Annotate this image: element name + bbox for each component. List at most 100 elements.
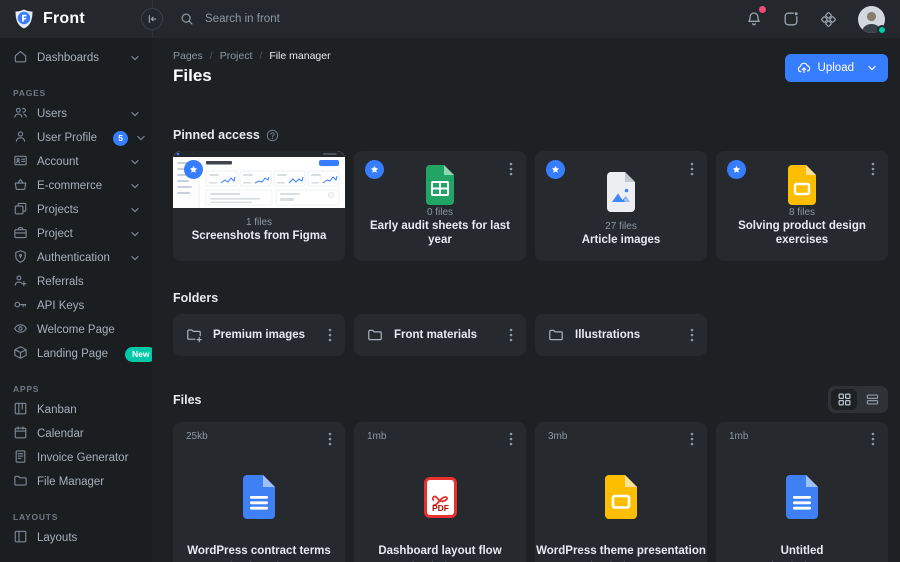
breadcrumb-project[interactable]: Project bbox=[220, 50, 253, 62]
sidebar-item-authentication[interactable]: Authentication bbox=[0, 246, 152, 270]
file-menu-kebab-icon[interactable] bbox=[866, 431, 880, 447]
file-menu-kebab-icon[interactable] bbox=[504, 431, 518, 447]
sidebar-item-dashboards[interactable]: Dashboards bbox=[0, 46, 152, 70]
topbar: Front bbox=[0, 0, 900, 38]
sidebar-item-kanban[interactable]: Kanban bbox=[0, 398, 152, 422]
sidebar-item-label: Landing Page bbox=[37, 348, 108, 360]
sidebar-item-label: File Manager bbox=[37, 476, 105, 488]
folder-name: Premium images bbox=[213, 329, 306, 341]
sidebar-item-invoice-generator[interactable]: Invoice Generator bbox=[0, 446, 152, 470]
file-size: 3mb bbox=[548, 431, 568, 442]
folder-card-premium-images[interactable]: Premium images bbox=[173, 314, 345, 356]
pin-star-icon[interactable] bbox=[365, 160, 384, 179]
pin-star-icon[interactable] bbox=[546, 160, 565, 179]
folder-menu-kebab-icon[interactable] bbox=[504, 325, 518, 345]
pin-star-icon[interactable] bbox=[727, 160, 746, 179]
pinned-cards-grid: 1 files Screenshots from Figma 0 files E… bbox=[173, 151, 888, 261]
sidebar-item-welcome-page[interactable]: Welcome Page bbox=[0, 318, 152, 342]
folder-name: Front materials bbox=[394, 329, 478, 341]
sidebar-collapse-button[interactable] bbox=[141, 8, 163, 30]
folder-menu-kebab-icon[interactable] bbox=[685, 325, 699, 345]
folder-icon bbox=[367, 327, 383, 343]
page-header: Pages / Project / File manager Files Upl… bbox=[173, 50, 888, 86]
sidebar-item-landing-page[interactable]: Landing Page New bbox=[0, 342, 152, 366]
bell-icon bbox=[746, 11, 762, 27]
key-icon bbox=[13, 297, 28, 315]
apps-launcher-button[interactable] bbox=[820, 11, 837, 28]
file-card-head: 3mb bbox=[535, 422, 707, 447]
folders-heading: Folders bbox=[173, 291, 888, 305]
google-docs-icon bbox=[173, 447, 345, 545]
files-grid: 25kb WordPress contract terms Updated 50… bbox=[173, 422, 888, 562]
pinned-card-count: 8 files bbox=[788, 207, 816, 219]
search-input[interactable] bbox=[203, 12, 447, 26]
grid-view-button[interactable] bbox=[831, 389, 857, 410]
file-manager-app: Front Search in front Dashboards PAGES U… bbox=[0, 0, 900, 562]
chevron-down-icon bbox=[137, 132, 145, 144]
card-menu-kebab-icon[interactable] bbox=[866, 159, 880, 179]
card-menu-kebab-icon[interactable] bbox=[685, 159, 699, 179]
pinned-card-count: 27 files bbox=[605, 221, 637, 233]
breadcrumb-pages[interactable]: Pages bbox=[173, 50, 203, 62]
brand[interactable]: Front bbox=[0, 0, 152, 38]
sidebar-item-project[interactable]: Project bbox=[0, 222, 152, 246]
receipt-icon bbox=[13, 449, 28, 467]
pinned-card-design-exercises[interactable]: 8 files Solving product design exercises bbox=[716, 151, 888, 261]
sidebar-item-file-manager[interactable]: File Manager bbox=[0, 470, 152, 494]
sidebar-item-ecommerce[interactable]: E-commerce bbox=[0, 174, 152, 198]
chevron-down-icon bbox=[131, 156, 139, 168]
folder-menu-kebab-icon[interactable] bbox=[323, 325, 337, 345]
chevron-down-icon bbox=[131, 228, 139, 240]
sidebar-item-label: Dashboards bbox=[37, 52, 100, 64]
stack-icon bbox=[13, 201, 28, 219]
pinned-card-body: 8 files Solving product design exercises bbox=[716, 207, 888, 261]
chevron-down-icon bbox=[868, 65, 876, 71]
sidebar-item-layouts[interactable]: Layouts bbox=[0, 526, 152, 550]
pin-star-icon[interactable] bbox=[184, 160, 203, 179]
sidebar-item-user-profile[interactable]: User Profile 5 bbox=[0, 126, 152, 150]
eye-icon bbox=[13, 321, 28, 339]
file-card-untitled[interactable]: 1mb Untitled Updated 5 hours ago bbox=[716, 422, 888, 562]
file-menu-kebab-icon[interactable] bbox=[685, 431, 699, 447]
sidebar-item-calendar[interactable]: Calendar bbox=[0, 422, 152, 446]
chevron-down-icon bbox=[131, 204, 139, 216]
pinned-card-early-audit-sheets[interactable]: 0 files Early audit sheets for last year bbox=[354, 151, 526, 261]
sidebar-item-label: Invoice Generator bbox=[37, 452, 129, 464]
list-view-button[interactable] bbox=[859, 389, 885, 410]
briefcase-icon bbox=[13, 225, 28, 243]
card-menu-kebab-icon[interactable] bbox=[504, 159, 518, 179]
folders-title: Folders bbox=[173, 291, 219, 305]
file-size: 1mb bbox=[729, 431, 749, 442]
file-card-wordpress-contract-terms[interactable]: 25kb WordPress contract terms Updated 50… bbox=[173, 422, 345, 562]
pinned-card-article-images[interactable]: 27 files Article images bbox=[535, 151, 707, 261]
sidebar-item-referrals[interactable]: Referrals bbox=[0, 270, 152, 294]
file-card-head: 25kb bbox=[173, 422, 345, 447]
pinned-card-count: 0 files bbox=[426, 207, 454, 219]
sidebar-item-label: Projects bbox=[37, 204, 79, 216]
help-circle-icon[interactable] bbox=[266, 129, 279, 142]
box-icon bbox=[13, 345, 28, 363]
search-icon bbox=[180, 12, 194, 26]
pinned-card-count: 1 files bbox=[245, 217, 273, 229]
file-menu-kebab-icon[interactable] bbox=[323, 431, 337, 447]
sidebar-item-api-keys[interactable]: API Keys bbox=[0, 294, 152, 318]
sidebar-item-projects[interactable]: Projects bbox=[0, 198, 152, 222]
sidebar-item-account[interactable]: Account bbox=[0, 150, 152, 174]
file-card-wordpress-theme-presentation[interactable]: 3mb WordPress theme presentation Updated… bbox=[535, 422, 707, 562]
folder-card-front-materials[interactable]: Front materials bbox=[354, 314, 526, 356]
upload-button[interactable]: Upload bbox=[784, 54, 888, 82]
activity-stream-button[interactable] bbox=[783, 11, 799, 27]
avatar[interactable] bbox=[858, 5, 887, 35]
user-icon bbox=[13, 129, 28, 147]
pinned-card-screenshots-from-figma[interactable]: 1 files Screenshots from Figma bbox=[173, 151, 345, 261]
folder-card-illustrations[interactable]: Illustrations bbox=[535, 314, 707, 356]
new-badge: New bbox=[124, 346, 152, 362]
chevron-down-icon bbox=[131, 180, 139, 192]
chevron-down-icon bbox=[131, 52, 139, 64]
notifications-button[interactable] bbox=[746, 6, 766, 27]
file-card-dashboard-layout-flow[interactable]: 1mb PDF Dashboard layout flow Updated 1 … bbox=[354, 422, 526, 562]
breadcrumb-separator: / bbox=[259, 50, 263, 62]
sidebar-item-users[interactable]: Users bbox=[0, 102, 152, 126]
cloud-upload-icon bbox=[797, 61, 811, 75]
file-title: WordPress contract terms bbox=[187, 545, 331, 557]
